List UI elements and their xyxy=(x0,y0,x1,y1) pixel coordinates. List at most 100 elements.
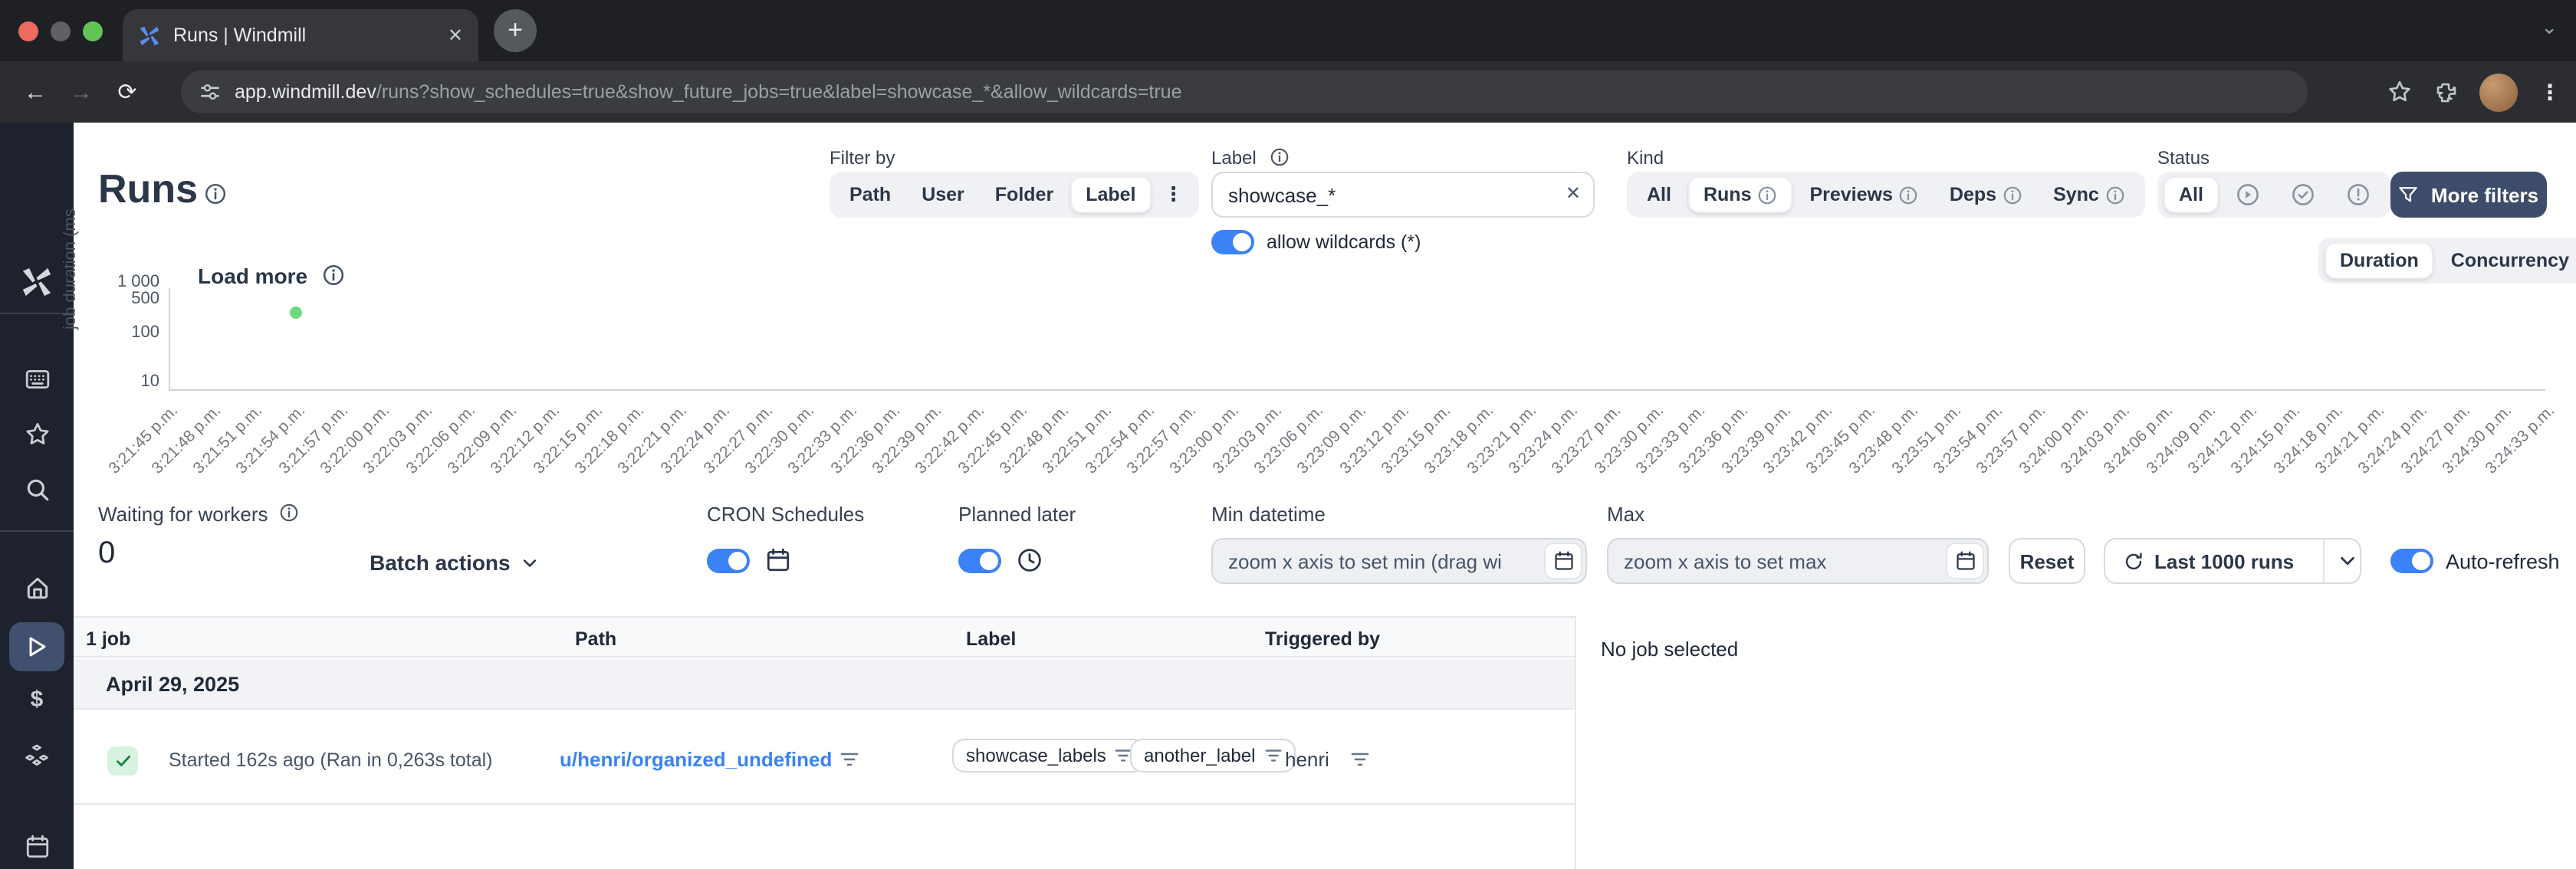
status-label: Status xyxy=(2157,147,2210,169)
zoom-window-button[interactable] xyxy=(83,21,103,41)
clear-label-icon[interactable]: ✕ xyxy=(1566,182,1581,204)
date-group-label: April 29, 2025 xyxy=(106,672,240,695)
sidebar-item-schedules[interactable] xyxy=(0,834,74,860)
x-axis-line[interactable] xyxy=(169,389,2545,391)
kind-previews[interactable]: Previews xyxy=(1796,178,1932,212)
page-title: Runs xyxy=(98,166,198,212)
chevron-down-icon xyxy=(2341,556,2354,566)
view-tabs: Duration Concurrency xyxy=(2318,238,2576,284)
info-icon[interactable] xyxy=(1270,147,1290,167)
sidebar-item-usage[interactable]: $ xyxy=(0,687,74,713)
y-tick: 100 xyxy=(131,323,159,342)
column-label: Label xyxy=(966,628,1017,650)
planned-later-label: Planned later xyxy=(958,503,1076,526)
sidebar-item-workspace[interactable] xyxy=(0,366,74,392)
kind-sync[interactable]: Sync xyxy=(2039,178,2139,212)
info-icon[interactable] xyxy=(279,503,299,523)
button-divider xyxy=(2323,539,2325,582)
address-bar[interactable]: app.windmill.dev/runs?show_schedules=tru… xyxy=(181,71,2308,113)
reset-button[interactable]: Reset xyxy=(2009,538,2085,584)
sidebar-item-resources[interactable] xyxy=(0,742,74,769)
minimize-window-button[interactable] xyxy=(51,21,71,41)
kind-runs[interactable]: Runs xyxy=(1687,176,1793,213)
auto-refresh-toggle[interactable] xyxy=(2390,549,2433,573)
info-icon[interactable] xyxy=(204,182,227,205)
status-segmented: All xyxy=(2157,172,2390,218)
status-success-icon[interactable] xyxy=(2277,176,2329,213)
sidebar-item-favorites[interactable] xyxy=(0,421,74,448)
sidebar-item-runs[interactable] xyxy=(0,635,74,659)
planned-later-toggle[interactable] xyxy=(958,549,1001,573)
extensions-icon[interactable] xyxy=(2433,80,2458,104)
date-group-row: April 29, 2025 xyxy=(74,659,1575,710)
min-datetime-input[interactable] xyxy=(1211,538,1587,584)
label-filter-input[interactable] xyxy=(1211,172,1595,218)
toolbar-actions: ⋮ xyxy=(2387,61,2561,123)
last-runs-button[interactable]: Last 1000 runs xyxy=(2105,539,2312,582)
profile-avatar[interactable] xyxy=(2479,73,2518,111)
job-count: 1 job xyxy=(86,628,131,650)
site-settings-icon[interactable] xyxy=(199,81,221,103)
info-icon[interactable] xyxy=(322,264,345,287)
browser-tab[interactable]: Runs | Windmill ✕ xyxy=(123,9,478,61)
run-data-point[interactable] xyxy=(290,307,302,319)
tab-duration[interactable]: Duration xyxy=(2325,242,2434,279)
allow-wildcards-toggle[interactable] xyxy=(1211,230,1254,254)
y-axis-label: job duration (ms xyxy=(61,208,80,330)
reload-button[interactable]: ⟳ xyxy=(104,78,150,106)
filter-menu-kebab-icon[interactable]: ⋮ xyxy=(1155,182,1193,207)
filter-rows-icon[interactable] xyxy=(840,751,859,768)
bookmark-star-icon[interactable] xyxy=(2387,80,2412,104)
search-icon[interactable] xyxy=(0,477,74,503)
filter-by-user[interactable]: User xyxy=(908,178,978,212)
label-pill[interactable]: another_label xyxy=(1130,739,1296,772)
cron-schedules-toggle[interactable] xyxy=(707,549,750,573)
clock-icon[interactable] xyxy=(1017,547,1043,573)
filter-by-label-option[interactable]: Label xyxy=(1070,176,1152,213)
filter-rows-icon[interactable] xyxy=(1351,751,1369,768)
label-pill[interactable]: showcase_labels xyxy=(952,739,1146,772)
last-runs-dropdown-button[interactable] xyxy=(2335,539,2360,582)
max-datetime-picker-button[interactable] xyxy=(1946,543,1984,579)
load-more-button[interactable]: Load more xyxy=(198,264,307,288)
new-tab-button[interactable]: + xyxy=(494,9,537,52)
last-runs-split-button: Last 1000 runs xyxy=(2104,538,2361,584)
success-check-icon xyxy=(107,746,138,776)
y-tick: 1 000 xyxy=(117,273,159,291)
calendar-icon xyxy=(1956,551,1974,570)
max-datetime-input[interactable] xyxy=(1607,538,1989,584)
tab-concurrency[interactable]: Concurrency xyxy=(2437,244,2576,277)
kind-all[interactable]: All xyxy=(1633,178,1685,212)
tab-close-icon[interactable]: ✕ xyxy=(448,25,463,46)
status-all[interactable]: All xyxy=(2164,176,2219,213)
status-failure-icon[interactable] xyxy=(2332,176,2384,213)
jobs-table-header: 1 job Path Label Triggered by xyxy=(74,616,1575,657)
tab-search-chevron-icon[interactable]: ⌄ xyxy=(2541,15,2558,40)
waiting-workers-value: 0 xyxy=(98,536,116,570)
url-host: app.windmill.dev xyxy=(235,81,376,103)
calendar-icon[interactable] xyxy=(765,547,791,573)
kind-deps[interactable]: Deps xyxy=(1936,178,2036,212)
sidebar-item-home[interactable] xyxy=(0,575,74,601)
info-icon xyxy=(1759,185,1776,204)
job-detail-panel: No job selected xyxy=(1575,616,2576,869)
status-running-icon[interactable] xyxy=(2222,176,2274,213)
url-path: /runs?show_schedules=true&show_future_jo… xyxy=(376,81,1182,103)
refresh-icon xyxy=(2125,552,2142,569)
job-path-link[interactable]: u/henri/organized_undefined xyxy=(560,748,832,771)
tab-title: Runs | Windmill xyxy=(173,25,307,46)
browser-menu-icon[interactable]: ⋮ xyxy=(2539,79,2561,105)
filter-by-path[interactable]: Path xyxy=(836,178,905,212)
more-filters-button[interactable]: More filters xyxy=(2390,172,2547,218)
min-datetime-picker-button[interactable] xyxy=(1544,543,1582,579)
min-datetime-label: Min datetime xyxy=(1211,503,1326,526)
windmill-favicon-icon xyxy=(140,25,159,45)
triggered-by-value: henri xyxy=(1285,748,1329,771)
batch-actions-dropdown[interactable]: Batch actions xyxy=(370,550,538,575)
filter-rows-icon[interactable] xyxy=(1264,748,1281,763)
filter-by-folder[interactable]: Folder xyxy=(981,178,1067,212)
job-row[interactable]: Started 162s ago (Ran in 0,263s total) u… xyxy=(74,710,1575,805)
url-text[interactable]: app.windmill.dev/runs?show_schedules=tru… xyxy=(235,81,1182,103)
back-button[interactable]: ← xyxy=(12,79,58,105)
close-window-button[interactable] xyxy=(18,21,38,41)
